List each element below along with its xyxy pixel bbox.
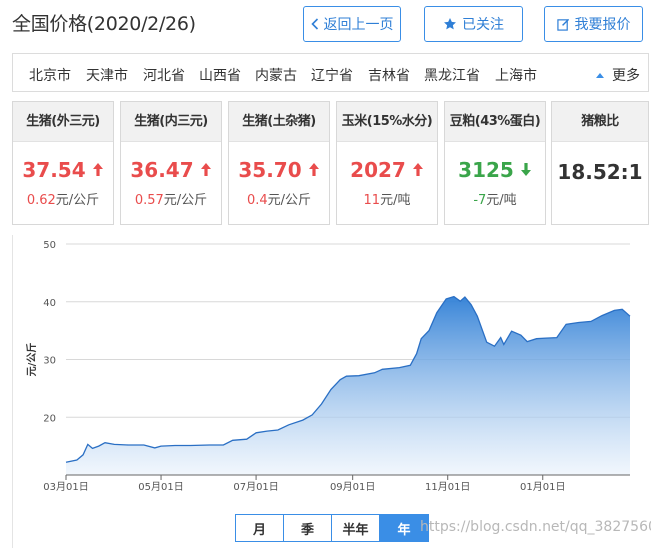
card-change: 0.62元/公斤	[13, 189, 113, 208]
period-halfyear-button[interactable]: 半年	[332, 515, 380, 541]
card-price-value: 18.52:1	[557, 160, 643, 184]
card-price-value: 36.47	[130, 158, 194, 182]
period-month-button[interactable]: 月	[236, 515, 284, 541]
region-shanghai[interactable]: 上海市	[495, 65, 537, 85]
follow-button[interactable]: 已关注	[424, 6, 523, 42]
card-title: 猪粮比	[552, 102, 648, 142]
y-axis-label: 元/公斤	[25, 343, 38, 377]
arrow-up-icon	[308, 158, 320, 182]
card-change: 11元/吨	[337, 189, 437, 208]
region-hebei[interactable]: 河北省	[143, 65, 185, 85]
x-tick-label: 09月01日	[330, 481, 375, 493]
region-shanxi[interactable]: 山西省	[199, 65, 241, 85]
arrow-up-icon	[412, 158, 424, 182]
more-regions-toggle[interactable]: 更多	[596, 65, 640, 85]
card-price: 18.52:1	[552, 160, 648, 184]
region-neimenggu[interactable]: 内蒙古	[255, 65, 297, 85]
more-regions-label: 更多	[612, 68, 640, 84]
price-card[interactable]: 玉米(15%水分) 2027 11元/吨	[336, 101, 438, 225]
x-tick-label: 11月01日	[425, 481, 470, 493]
y-tick-label: 40	[43, 298, 56, 309]
arrow-up-icon	[200, 158, 212, 182]
card-price: 35.70	[229, 158, 329, 182]
card-price: 36.47	[121, 158, 221, 182]
card-change: 0.57元/公斤	[121, 189, 221, 208]
x-tick-label: 07月01日	[233, 481, 278, 493]
card-price-value: 3125	[458, 158, 514, 182]
price-area	[66, 296, 630, 475]
page-title: 全国价格(2020/2/26)	[12, 13, 196, 35]
arrow-up-icon	[92, 158, 104, 182]
card-change: -7元/吨	[445, 189, 545, 208]
price-chart[interactable]: 50 40 30 20 03月01日 05月01日 07月01日 09月01日 11月01日 01…	[12, 235, 649, 548]
region-heilongjiang[interactable]: 黑龙江省	[424, 65, 480, 85]
card-title: 豆粕(43%蛋白)	[445, 102, 545, 142]
chevron-left-icon	[310, 18, 319, 30]
ratio-card[interactable]: 猪粮比 18.52:1	[551, 101, 649, 225]
card-change-value: 0.57	[134, 193, 164, 208]
region-bar: 北京市 天津市 河北省 山西省 内蒙古 辽宁省 吉林省 黑龙江省 上海市 更多	[12, 53, 649, 92]
card-title: 生猪(内三元)	[121, 102, 221, 142]
back-button[interactable]: 返回上一页	[303, 6, 401, 42]
card-price: 37.54	[13, 158, 113, 182]
y-tick-label: 30	[43, 356, 56, 367]
card-title: 生猪(外三元)	[13, 102, 113, 142]
star-icon	[443, 17, 457, 31]
follow-button-label: 已关注	[462, 17, 504, 33]
quote-button[interactable]: 我要报价	[544, 6, 643, 42]
card-price-value: 37.54	[22, 158, 86, 182]
card-unit: 元/吨	[486, 193, 517, 208]
card-title: 生猪(土杂猪)	[229, 102, 329, 142]
x-tick-label: 03月01日	[43, 481, 88, 493]
card-change-value: 0.4	[246, 193, 268, 208]
price-card[interactable]: 生猪(内三元) 36.47 0.57元/公斤	[120, 101, 222, 225]
card-change-value: 11	[363, 193, 381, 208]
region-tianjin[interactable]: 天津市	[86, 65, 128, 85]
x-tick-label: 01月01日	[520, 481, 565, 493]
card-unit: 元/公斤	[267, 193, 312, 208]
watermark: https://blog.csdn.net/qq_38275604	[420, 519, 651, 535]
region-beijing[interactable]: 北京市	[29, 65, 71, 85]
price-card[interactable]: 生猪(外三元) 37.54 0.62元/公斤	[12, 101, 114, 225]
period-quarter-button[interactable]: 季	[284, 515, 332, 541]
card-price-value: 2027	[350, 158, 406, 182]
quote-button-label: 我要报价	[574, 17, 631, 33]
region-jilin[interactable]: 吉林省	[368, 65, 410, 85]
price-chart-svg: 50 40 30 20 03月01日 05月01日 07月01日 09月01日 11月01日 01…	[25, 240, 631, 493]
y-tick-label: 20	[43, 413, 56, 424]
period-selector: 月 季 半年 年	[235, 514, 429, 542]
caret-up-icon	[596, 72, 604, 78]
edit-icon	[556, 18, 570, 31]
card-change: 0.4元/公斤	[229, 189, 329, 208]
card-title: 玉米(15%水分)	[337, 102, 437, 142]
card-unit: 元/公斤	[55, 193, 100, 208]
back-button-label: 返回上一页	[323, 17, 394, 33]
card-change-value: -7	[473, 193, 487, 208]
price-card[interactable]: 生猪(土杂猪) 35.70 0.4元/公斤	[228, 101, 330, 225]
card-change-value: 0.62	[26, 193, 56, 208]
card-unit: 元/吨	[380, 193, 411, 208]
card-price-value: 35.70	[238, 158, 302, 182]
x-tick-label: 05月01日	[138, 481, 183, 493]
region-liaoning[interactable]: 辽宁省	[311, 65, 353, 85]
card-price: 2027	[337, 158, 437, 182]
arrow-down-icon	[520, 158, 532, 182]
card-price: 3125	[445, 158, 545, 182]
price-card[interactable]: 豆粕(43%蛋白) 3125 -7元/吨	[444, 101, 546, 225]
y-tick-label: 50	[43, 240, 56, 251]
card-unit: 元/公斤	[163, 193, 208, 208]
